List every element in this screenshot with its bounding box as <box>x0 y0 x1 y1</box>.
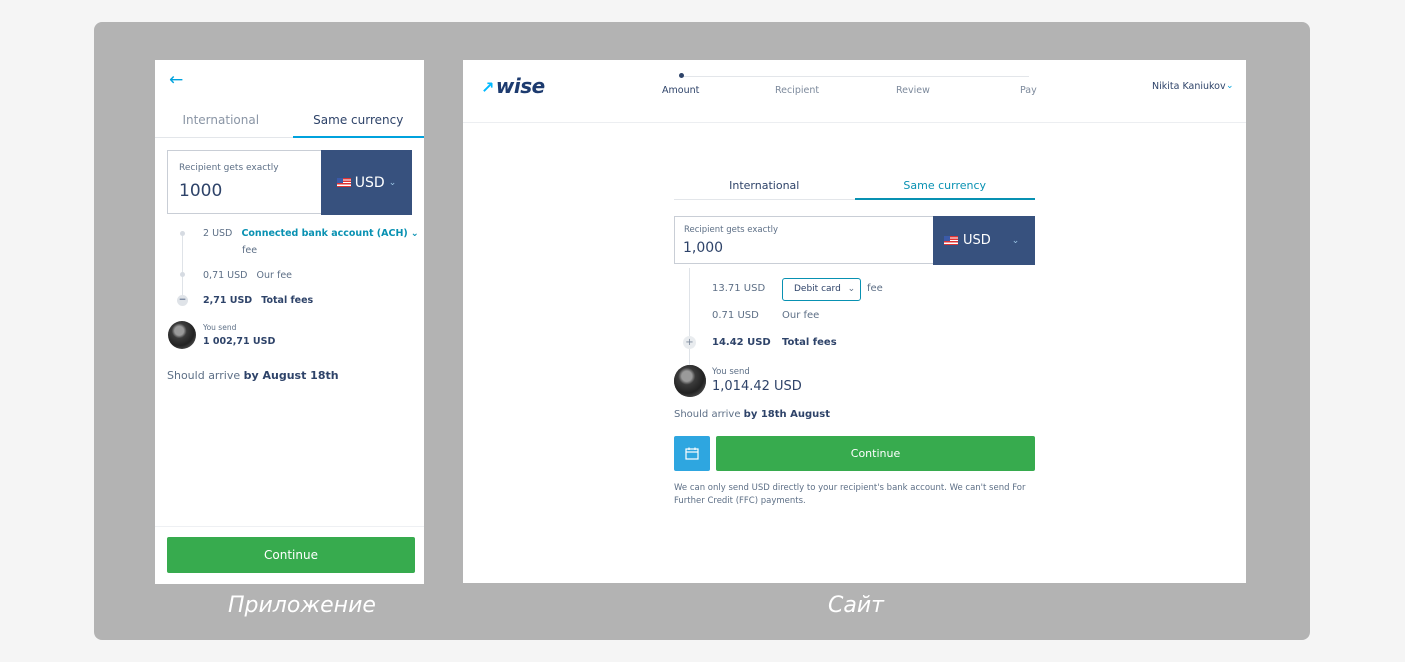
step-review: Review <box>896 85 930 96</box>
method-fee-amount: 2 USD <box>203 228 233 239</box>
avatar <box>674 365 706 397</box>
payment-method-value: Debit card <box>794 284 841 294</box>
site-header: ↗ wise Amount Recipient Review Pay Nikita… <box>463 60 1246 397</box>
step-pay: Pay <box>1020 85 1037 96</box>
wise-logo[interactable]: ↗ wise <box>481 74 545 98</box>
chevron-down-icon: ⌄ <box>388 177 397 188</box>
currency-code: USD <box>354 174 385 191</box>
our-fee-row: 0,71 USD Our fee <box>203 270 292 281</box>
app-caption: Приложение <box>228 593 376 618</box>
progress-track <box>681 76 1029 77</box>
amount-label: Recipient gets exactly <box>684 225 779 235</box>
continue-button[interactable]: Continue <box>716 436 1035 471</box>
calendar-icon <box>685 447 699 460</box>
timeline-dot <box>180 231 185 236</box>
total-fees-row: 2,71 USD Total fees <box>203 295 313 306</box>
our-fee-amount: 0.71 USD <box>712 310 759 321</box>
schedule-button[interactable] <box>674 436 710 471</box>
tab-same-currency[interactable]: Same currency <box>292 110 424 138</box>
arrival-prefix: Should arrive <box>167 369 241 382</box>
method-fee-amount: 13.71 USD <box>712 283 766 294</box>
total-fees-amount: 2,71 USD <box>203 295 253 306</box>
chevron-down-icon[interactable]: ⌄ <box>411 228 419 239</box>
step-amount: Amount <box>662 85 700 96</box>
payment-method-link[interactable]: Connected bank account (ACH) <box>241 228 407 239</box>
method-fee-row: 2 USD Connected bank account (ACH) ⌄ <box>203 228 419 239</box>
plus-icon[interactable]: + <box>683 336 696 349</box>
our-fee-amount: 0,71 USD <box>203 270 248 281</box>
currency-select[interactable]: USD ⌄ <box>933 216 1035 265</box>
mobile-app-screen: ← International Same currency Recipient … <box>155 60 424 584</box>
total-fees-label: Total fees <box>261 295 314 306</box>
method-fee-suffix: fee <box>867 283 883 294</box>
our-fee-label: Our fee <box>782 310 820 321</box>
continue-button[interactable]: Continue <box>167 537 415 573</box>
payment-method-select[interactable]: Debit card ⌄ <box>782 278 861 301</box>
chevron-down-icon: ⌄ <box>1011 235 1020 246</box>
minus-icon[interactable]: − <box>177 295 188 306</box>
arrival-estimate: Should arrive by 18th August <box>674 409 830 420</box>
tab-same-currency[interactable]: Same currency <box>854 174 1035 200</box>
currency-select[interactable]: USD ⌄ <box>321 150 412 215</box>
progress-dot <box>679 73 684 78</box>
arrival-prefix: Should arrive <box>674 409 741 420</box>
amount-input[interactable]: 1,000 <box>683 240 723 256</box>
tab-international[interactable]: International <box>155 110 287 137</box>
arrival-date: by 18th August <box>743 409 830 420</box>
ffc-notice: We can only send USD directly to your re… <box>674 483 1026 506</box>
total-fees-label: Total fees <box>782 337 837 348</box>
user-name[interactable]: Nikita Kaniukov <box>1152 81 1226 92</box>
us-flag-icon <box>944 236 958 245</box>
tab-international[interactable]: International <box>674 174 855 199</box>
arrival-estimate: Should arrive by August 18th <box>167 369 339 382</box>
arrival-date: by August 18th <box>243 369 339 382</box>
step-recipient: Recipient <box>775 85 820 96</box>
site-caption: Сайт <box>828 593 884 618</box>
fee-timeline <box>182 232 183 298</box>
total-fees-amount: 14.42 USD <box>712 337 771 348</box>
currency-code: USD <box>963 233 991 248</box>
avatar <box>168 321 196 349</box>
our-fee-label: Our fee <box>256 270 293 281</box>
currency-tabs: International Same currency <box>674 174 1035 200</box>
you-send-label: You send <box>203 323 237 332</box>
method-fee-suffix: fee <box>242 245 258 256</box>
amount-input-group: Recipient gets exactly 1000 USD ⌄ <box>167 150 412 215</box>
logo-text: wise <box>495 74 545 98</box>
you-send-amount[interactable]: 1,014.42 USD <box>712 379 802 394</box>
timeline-dot <box>180 272 185 277</box>
amount-label: Recipient gets exactly <box>179 163 279 173</box>
chevron-down-icon[interactable]: ⌄ <box>1226 81 1234 91</box>
divider <box>155 526 424 527</box>
you-send-amount[interactable]: 1 002,71 USD <box>203 336 275 347</box>
chevron-down-icon: ⌄ <box>847 284 856 294</box>
amount-input-group: Recipient gets exactly 1,000 USD ⌄ <box>674 216 1035 265</box>
currency-tabs: International Same currency <box>155 110 424 138</box>
wise-flag-icon: ↗ <box>481 78 494 97</box>
us-flag-icon <box>336 178 351 187</box>
amount-input[interactable]: 1000 <box>179 181 222 201</box>
you-send-label: You send <box>712 367 750 377</box>
website-screen: ↗ wise Amount Recipient Review Pay Nikita… <box>463 60 1246 583</box>
arrow-left-icon[interactable]: ← <box>169 70 183 90</box>
